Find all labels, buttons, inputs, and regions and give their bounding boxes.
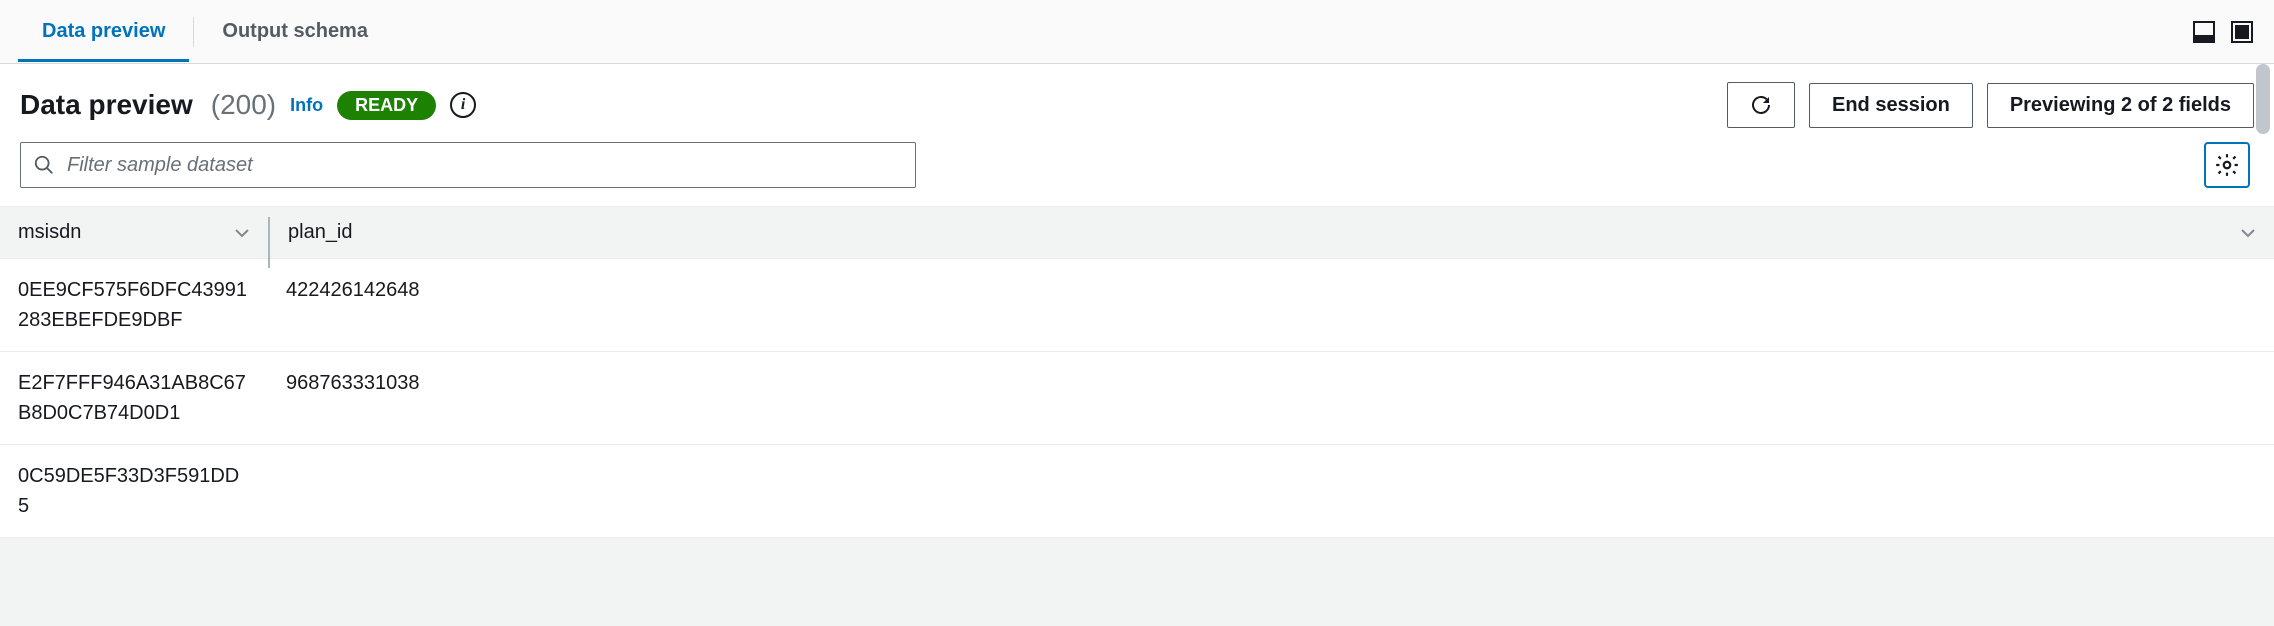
- cell-plan-id: [268, 445, 2274, 537]
- filter-input[interactable]: [67, 154, 903, 177]
- filter-box: [20, 142, 916, 188]
- info-link[interactable]: Info: [290, 95, 323, 116]
- maximize-icon[interactable]: [2228, 18, 2256, 46]
- gear-icon: [2214, 152, 2240, 178]
- table-row: 0C59DE5F33D3F591DD5: [0, 445, 2274, 538]
- settings-button[interactable]: [2204, 142, 2250, 188]
- header-row: Data preview (200) Info READY i End sess…: [0, 64, 2274, 128]
- tab-bar: Data preview Output schema: [0, 0, 2274, 64]
- page-title: Data preview: [20, 89, 193, 121]
- cell-msisdn: 0C59DE5F33D3F591DD5: [0, 445, 268, 537]
- refresh-icon: [1749, 93, 1773, 117]
- table-row: 0EE9CF575F6DFC43991283EBEFDE9DBF 4224261…: [0, 259, 2274, 352]
- vertical-scrollbar[interactable]: [2256, 64, 2270, 134]
- status-info-icon[interactable]: i: [450, 92, 476, 118]
- column-header-msisdn[interactable]: msisdn: [0, 207, 268, 258]
- sort-icon[interactable]: [2240, 225, 2256, 241]
- data-preview-panel: Data preview Output schema Data preview …: [0, 0, 2274, 538]
- panel-layout-icon[interactable]: [2190, 18, 2218, 46]
- table-row: E2F7FFF946A31AB8C67B8D0C7B74D0D1 9687633…: [0, 352, 2274, 445]
- status-badge: READY: [337, 91, 436, 120]
- column-label: msisdn: [18, 221, 81, 244]
- cell-msisdn: E2F7FFF946A31AB8C67B8D0C7B74D0D1: [0, 352, 268, 444]
- sort-icon[interactable]: [234, 225, 250, 241]
- data-table: msisdn plan_id 0EE9CF575F6DFC43991283EBE…: [0, 206, 2274, 538]
- tab-output-schema[interactable]: Output schema: [198, 2, 392, 61]
- cell-plan-id: 422426142648: [268, 259, 2274, 351]
- cell-msisdn: 0EE9CF575F6DFC43991283EBEFDE9DBF: [0, 259, 268, 351]
- search-icon: [33, 154, 55, 176]
- tab-data-preview[interactable]: Data preview: [18, 2, 189, 61]
- column-label: plan_id: [288, 221, 353, 244]
- column-header-plan-id[interactable]: plan_id: [270, 207, 2274, 258]
- tab-divider: [193, 17, 194, 47]
- cell-plan-id: 968763331038: [268, 352, 2274, 444]
- previewing-fields-button[interactable]: Previewing 2 of 2 fields: [1987, 83, 2254, 128]
- filter-row: [0, 128, 2274, 206]
- refresh-button[interactable]: [1727, 82, 1795, 128]
- table-header: msisdn plan_id: [0, 207, 2274, 259]
- end-session-button[interactable]: End session: [1809, 83, 1973, 128]
- row-count: (200): [211, 89, 276, 121]
- table-body: 0EE9CF575F6DFC43991283EBEFDE9DBF 4224261…: [0, 259, 2274, 538]
